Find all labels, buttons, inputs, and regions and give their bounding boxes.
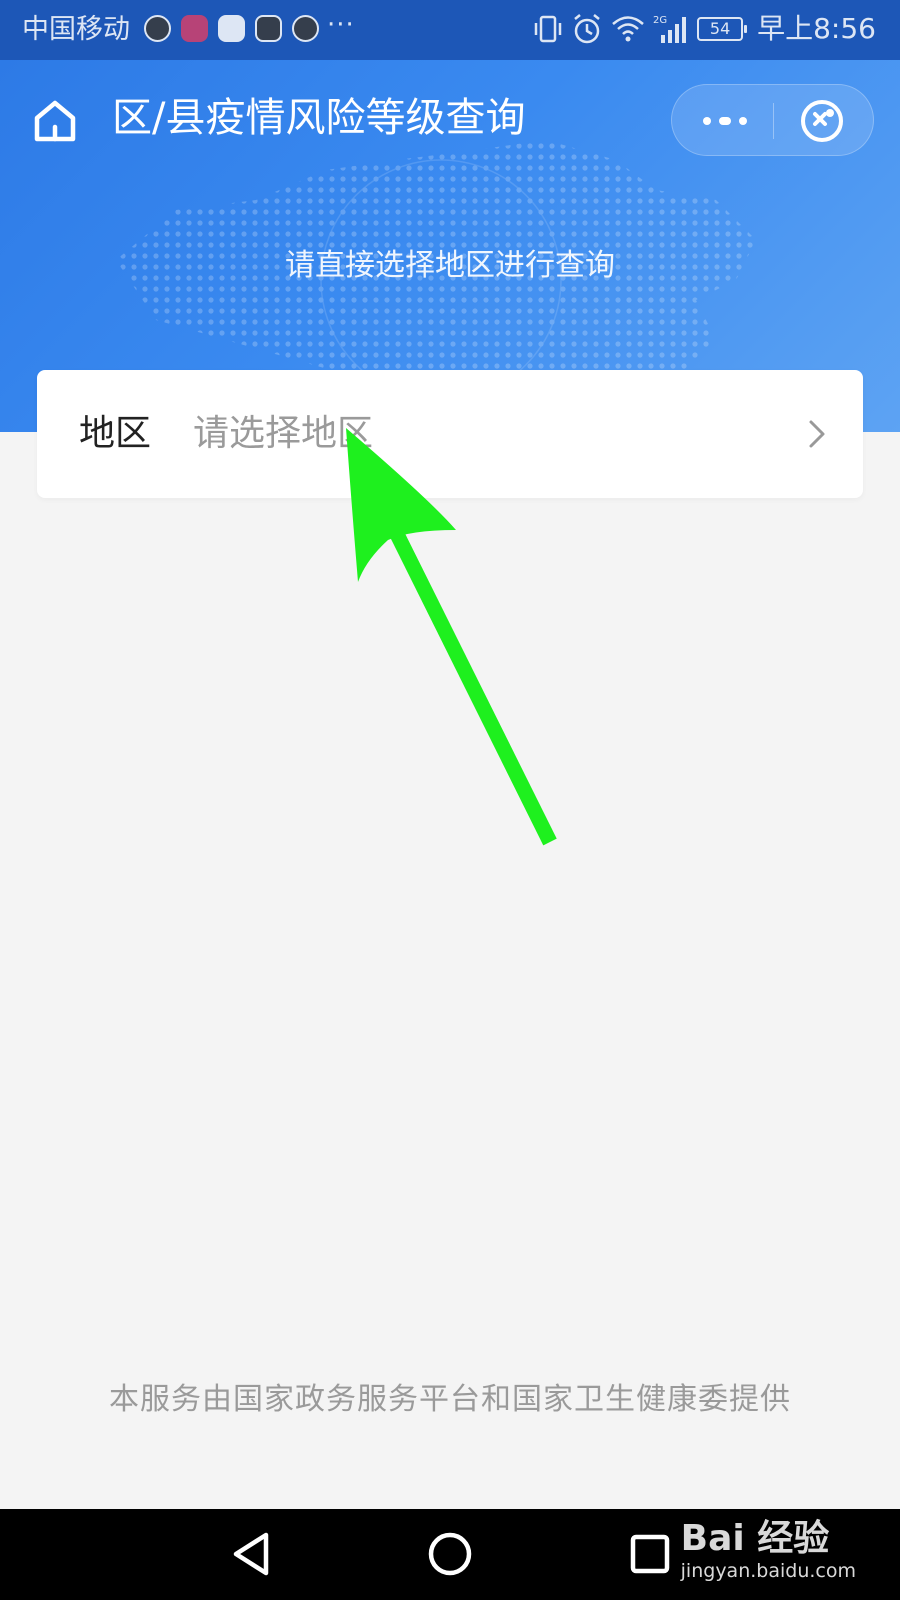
region-picker[interactable]: 地区 请选择地区 <box>37 370 863 498</box>
app-notification-icon <box>144 15 171 42</box>
page-subtitle: 请直接选择地区进行查询 <box>285 248 615 283</box>
back-triangle-icon[interactable] <box>228 1529 274 1579</box>
app-notification-icon <box>181 15 208 42</box>
watermark-logo: Bai 经验 <box>680 1518 830 1559</box>
app-notification-icon <box>218 15 245 42</box>
close-miniprogram-icon[interactable] <box>792 97 852 145</box>
cellular-signal-icon: 2G <box>653 15 687 43</box>
chevron-right-icon <box>809 420 825 448</box>
status-time: 早上8:56 <box>757 12 876 45</box>
footer-note: 本服务由国家政务服务平台和国家卫生健康委提供 <box>109 1382 791 1417</box>
capsule-divider <box>773 103 774 139</box>
region-placeholder: 请选择地区 <box>193 413 374 454</box>
navigation-bar: Bai 经验 jingyan.baidu.com <box>0 1509 900 1600</box>
status-bar: 中国移动 ··· 2G 54 早上8:56 <box>0 0 900 60</box>
status-more-indicator: ··· <box>327 10 355 40</box>
app-notification-icon <box>255 15 282 42</box>
region-label: 地区 <box>79 413 152 454</box>
recents-square-icon[interactable] <box>628 1529 672 1579</box>
home-circle-icon[interactable] <box>426 1529 474 1579</box>
baidu-jingyan-watermark: Bai 经验 jingyan.baidu.com <box>681 1519 856 1583</box>
home-icon[interactable] <box>30 96 80 146</box>
notification-icons <box>144 15 319 42</box>
watermark-url: jingyan.baidu.com <box>680 1560 856 1582</box>
vibrate-icon <box>534 15 562 43</box>
network-type: 2G <box>653 15 667 26</box>
status-indicators: 2G 54 早上8:56 <box>533 10 876 48</box>
wifi-icon <box>612 16 644 42</box>
app-notification-icon <box>292 15 319 42</box>
page-title: 区/县疫情风险等级查询 <box>112 95 526 141</box>
carrier-name: 中国移动 <box>22 14 130 45</box>
more-dots-icon[interactable] <box>692 101 758 141</box>
alarm-icon <box>574 14 600 44</box>
miniprogram-capsule <box>671 84 874 156</box>
battery-icon: 54 <box>697 17 748 41</box>
